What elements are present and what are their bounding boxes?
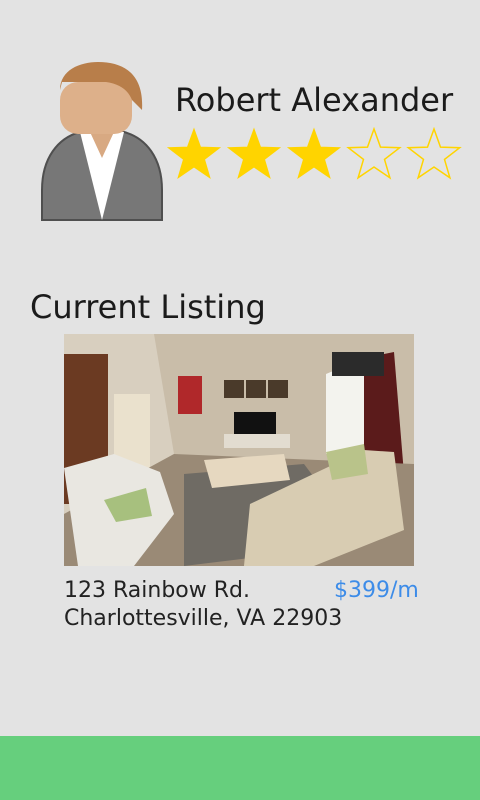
star-outline-icon[interactable] [346,127,402,180]
star-outline-icon[interactable] [406,127,462,180]
room-tv-stand [224,434,290,448]
address-line-1: 123 Rainbow Rd. [64,578,250,603]
listing-address: 123 Rainbow Rd. Charlottesville, VA 2290… [64,577,342,633]
star-filled-icon[interactable] [166,127,222,179]
room-tv [234,412,276,434]
room-frame-2 [246,380,266,398]
star-rating[interactable] [166,127,466,183]
user-name: Robert Alexander [175,81,454,119]
address-line-2: Charlottesville, VA 22903 [64,606,343,631]
room-frame-3 [268,380,288,398]
room-floor-lamp [332,352,384,376]
bottom-action-bar[interactable] [0,736,480,800]
section-title: Current Listing [30,288,266,326]
room-frame-1 [224,380,244,398]
avatar [41,62,163,221]
star-filled-icon[interactable] [286,127,342,179]
avatar-face [60,82,132,134]
listing-photo[interactable] [64,334,414,566]
listing-price: $399/m [334,578,419,603]
room-wall-poster [178,376,202,414]
star-filled-icon[interactable] [226,127,282,179]
